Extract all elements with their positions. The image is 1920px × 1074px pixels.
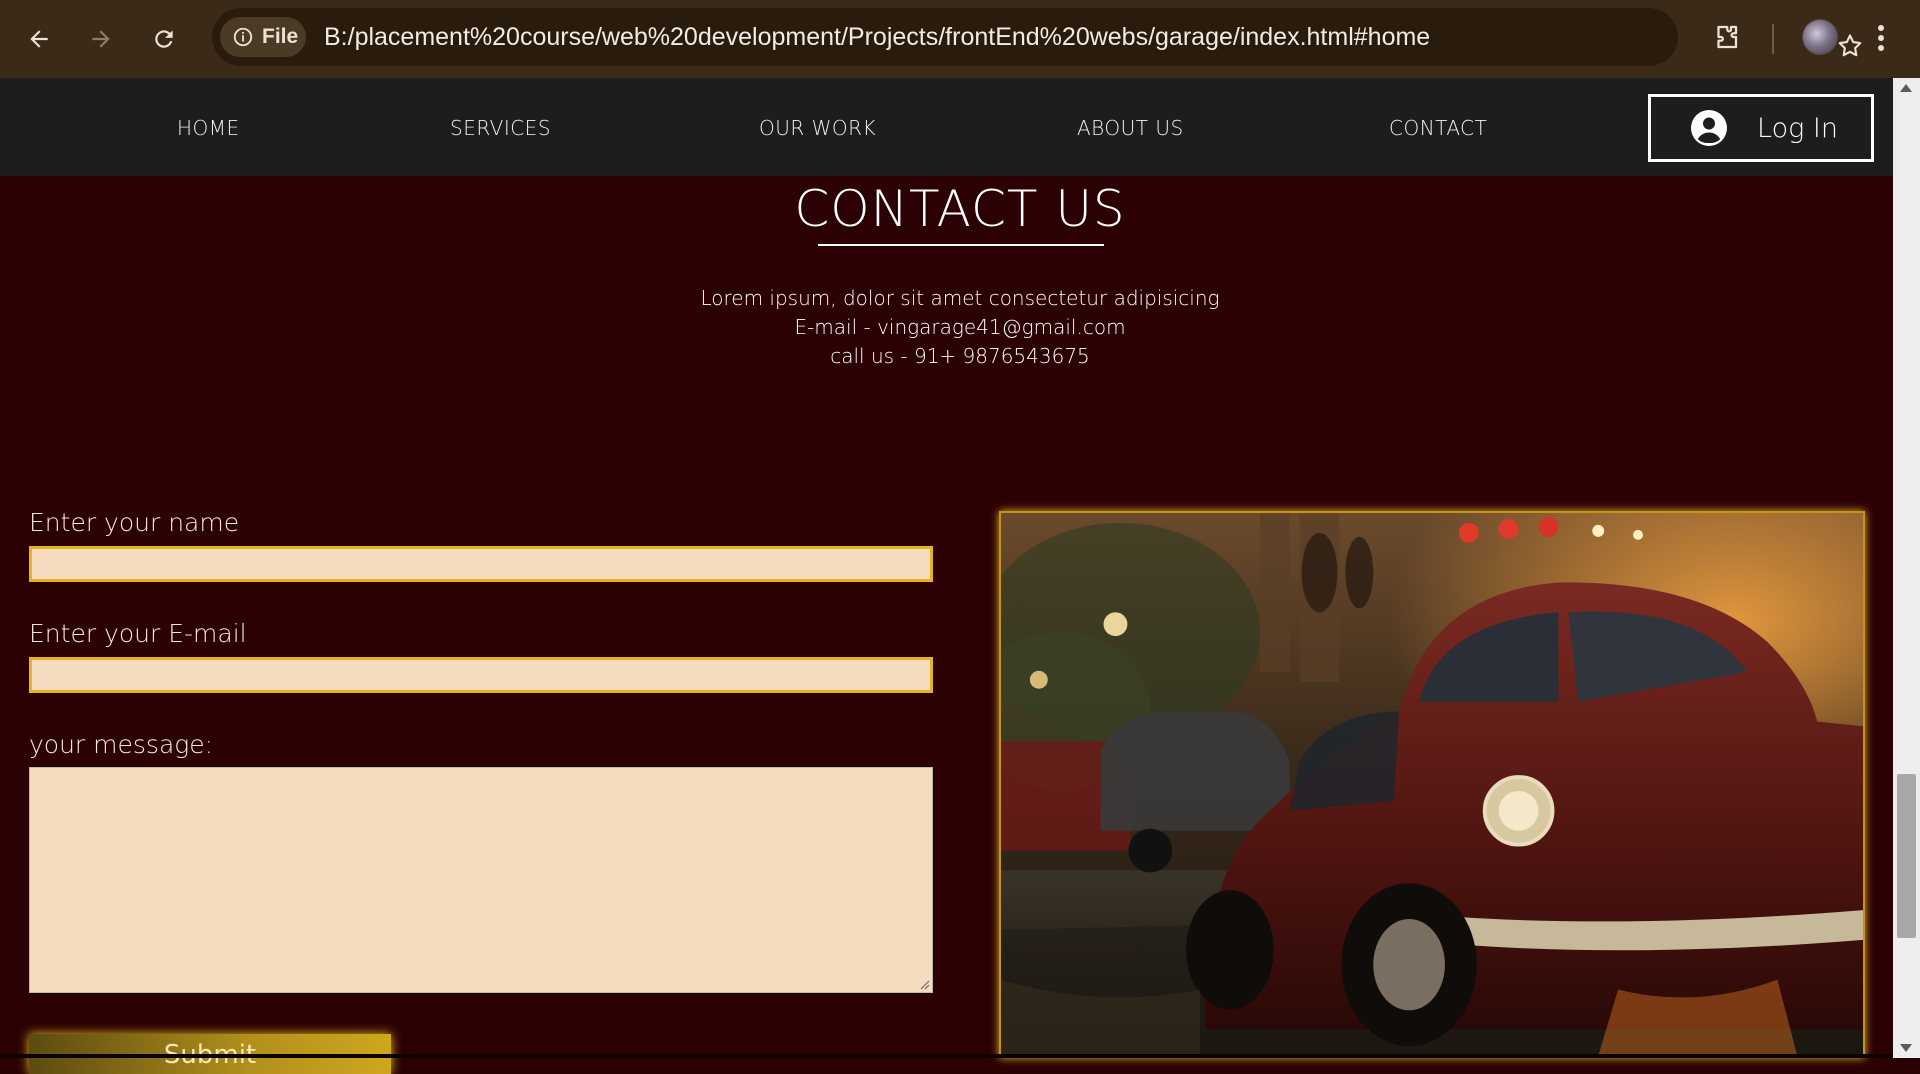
login-label: Log In — [1757, 112, 1838, 144]
star-icon — [1838, 34, 1862, 57]
toolbar-divider — [1772, 24, 1774, 54]
email-label: Enter your E-mail — [29, 619, 247, 648]
scroll-thumb[interactable] — [1897, 774, 1916, 938]
url-text[interactable]: B:/placement%20course/web%20development/… — [324, 23, 1430, 52]
contact-email: E-mail - vingarage41@gmail.com — [794, 315, 1126, 339]
back-button[interactable] — [19, 19, 59, 59]
reload-button[interactable] — [144, 19, 184, 59]
title-underline — [818, 244, 1104, 246]
resize-grip-icon[interactable] — [918, 978, 930, 990]
email-input[interactable] — [29, 657, 933, 693]
puzzle-icon — [1717, 25, 1738, 49]
info-icon — [233, 27, 253, 47]
vintage-car-photo — [999, 511, 1865, 1058]
profile-avatar[interactable] — [1802, 19, 1838, 55]
message-label: your message: — [29, 730, 214, 759]
name-input[interactable] — [29, 546, 933, 582]
section-title: CONTACT US — [794, 180, 1126, 238]
file-chip-label: File — [262, 25, 299, 48]
bottom-edge — [0, 1054, 1893, 1058]
nav-link-services[interactable]: SERVICES — [450, 116, 551, 140]
kebab-menu-icon — [1878, 25, 1884, 51]
arrow-right-icon — [92, 30, 110, 48]
message-textarea[interactable] — [29, 767, 933, 993]
contact-phone: call us - 91+ 9876543675 — [830, 344, 1090, 368]
reload-icon — [155, 30, 173, 48]
site-info-chip[interactable]: File — [220, 17, 306, 57]
forward-button[interactable] — [81, 19, 121, 59]
nav-link-our-work[interactable]: OUR WORK — [759, 116, 876, 140]
account-circle-icon — [1691, 110, 1727, 146]
arrow-left-icon — [30, 30, 48, 48]
address-bar[interactable]: File B:/placement%20course/web%20develop… — [212, 8, 1862, 66]
nav-link-contact[interactable]: CONTACT — [1389, 116, 1487, 140]
nav-link-home[interactable]: HOME — [177, 116, 240, 140]
contact-info: Lorem ipsum, dolor sit amet consectetur … — [0, 284, 1920, 371]
nav-link-about-us[interactable]: ABOUT US — [1077, 116, 1184, 140]
scroll-up-arrow-icon[interactable] — [1900, 84, 1912, 92]
browser-toolbar: File B:/placement%20course/web%20develop… — [0, 0, 1920, 78]
browser-menu-button[interactable] — [1866, 18, 1896, 58]
login-button[interactable]: Log In — [1648, 94, 1874, 162]
scroll-down-arrow-icon[interactable] — [1900, 1044, 1912, 1052]
name-label: Enter your name — [29, 508, 240, 537]
extensions-button[interactable] — [1706, 17, 1746, 57]
page-scrollbar[interactable] — [1893, 78, 1920, 1058]
site-navbar: HOME SERVICES OUR WORK ABOUT US CONTACT … — [0, 78, 1893, 176]
contact-description: Lorem ipsum, dolor sit amet consectetur … — [700, 286, 1220, 310]
contact-section: CONTACT US Lorem ipsum, dolor sit amet c… — [0, 176, 1893, 1074]
